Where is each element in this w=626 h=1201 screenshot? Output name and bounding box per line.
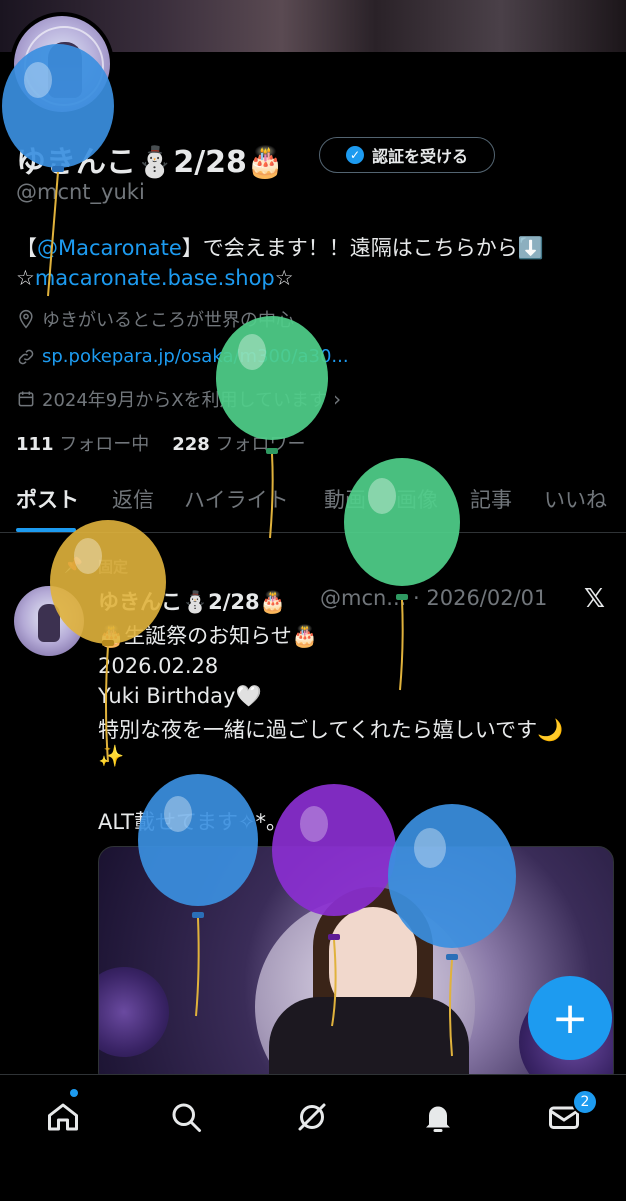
get-verified-button[interactable]: ✓ 認証を受ける (319, 137, 495, 173)
balloon-green (344, 458, 460, 691)
plus-icon: + (551, 992, 589, 1044)
followers-count: 228 (172, 434, 210, 455)
tab-replies[interactable]: 返信 (112, 484, 154, 514)
balloon-yellow (50, 520, 166, 763)
balloon-green (216, 316, 328, 539)
compose-button[interactable]: + (528, 976, 612, 1060)
get-verified-label: 認証を受ける (371, 147, 468, 166)
balloon-blue (388, 804, 516, 1057)
x-logo-icon: 𝕏 (584, 584, 605, 614)
link-icon (18, 349, 34, 364)
home-new-dot (70, 1089, 78, 1097)
tab-articles[interactable]: 記事 (470, 484, 512, 514)
verified-badge-icon: ✓ (345, 146, 364, 164)
tab-likes[interactable]: いいね (544, 484, 607, 514)
bio-text: 】で会えます！！遠隔はこちらから⬇️ (181, 236, 544, 260)
balloon-blue (2, 44, 114, 297)
chevron-right-icon: › (333, 387, 342, 411)
bio-star-end: ☆ (274, 266, 294, 290)
search-icon[interactable] (168, 1099, 204, 1135)
bell-icon[interactable] (420, 1099, 456, 1135)
balloon-blue (138, 774, 258, 1017)
home-icon[interactable] (45, 1099, 81, 1135)
following-label: フォロー中 (59, 434, 150, 455)
following-count: 111 (16, 434, 54, 455)
location-pin-icon (19, 309, 33, 329)
bottom-navigation: 2 (0, 1074, 626, 1201)
calendar-icon (18, 391, 34, 407)
message-count-badge: 2 (572, 1089, 598, 1115)
grok-icon[interactable] (294, 1099, 330, 1135)
balloon-purple (272, 784, 396, 1027)
tab-posts[interactable]: ポスト (16, 484, 79, 514)
following-link[interactable]: 111 フォロー中 (16, 434, 149, 455)
